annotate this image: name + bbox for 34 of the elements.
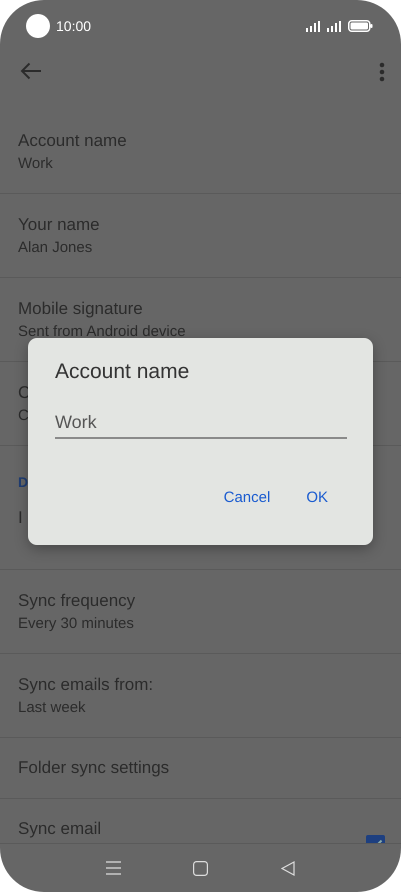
setting-title: Account name bbox=[18, 131, 127, 151]
setting-value: Alan Jones bbox=[18, 239, 92, 256]
setting-value: Work bbox=[18, 155, 53, 172]
battery-icon bbox=[348, 20, 373, 32]
settings-item[interactable]: Account name Work bbox=[0, 110, 401, 194]
camera-icon bbox=[26, 14, 50, 38]
signal-icon bbox=[327, 20, 342, 32]
settings-item[interactable]: Folder sync settings bbox=[0, 738, 401, 799]
setting-title: Sync frequency bbox=[18, 591, 136, 611]
setting-title: Mobile signature bbox=[18, 299, 143, 319]
setting-title: Sync emails from: bbox=[18, 675, 154, 695]
back-arrow-icon[interactable] bbox=[20, 62, 42, 80]
back-icon[interactable] bbox=[280, 860, 295, 876]
setting-title: Your name bbox=[18, 215, 100, 235]
setting-title: I bbox=[18, 508, 23, 528]
settings-item[interactable]: Sync frequency Every 30 minutes bbox=[0, 570, 401, 654]
more-options-icon[interactable] bbox=[379, 62, 385, 82]
settings-item[interactable]: Sync emails from: Last week bbox=[0, 654, 401, 738]
section-header: D bbox=[18, 474, 28, 490]
setting-value: Last week bbox=[18, 699, 86, 716]
cancel-button[interactable]: Cancel bbox=[212, 483, 282, 512]
setting-value: Every 30 minutes bbox=[18, 615, 134, 632]
home-icon[interactable] bbox=[193, 860, 208, 876]
status-time: 10:00 bbox=[56, 18, 92, 34]
signal-icon bbox=[306, 20, 321, 32]
menu-icon[interactable] bbox=[106, 861, 122, 875]
settings-item[interactable]: Your name Alan Jones bbox=[0, 194, 401, 278]
setting-value: C bbox=[18, 407, 29, 424]
setting-title: Sync email bbox=[18, 819, 102, 839]
dialog-title: Account name bbox=[55, 360, 190, 384]
ok-button[interactable]: OK bbox=[294, 483, 340, 512]
input-field[interactable]: Work bbox=[55, 410, 347, 439]
setting-title: Folder sync settings bbox=[18, 758, 170, 778]
setting-value: Sent from Android device bbox=[18, 323, 186, 340]
